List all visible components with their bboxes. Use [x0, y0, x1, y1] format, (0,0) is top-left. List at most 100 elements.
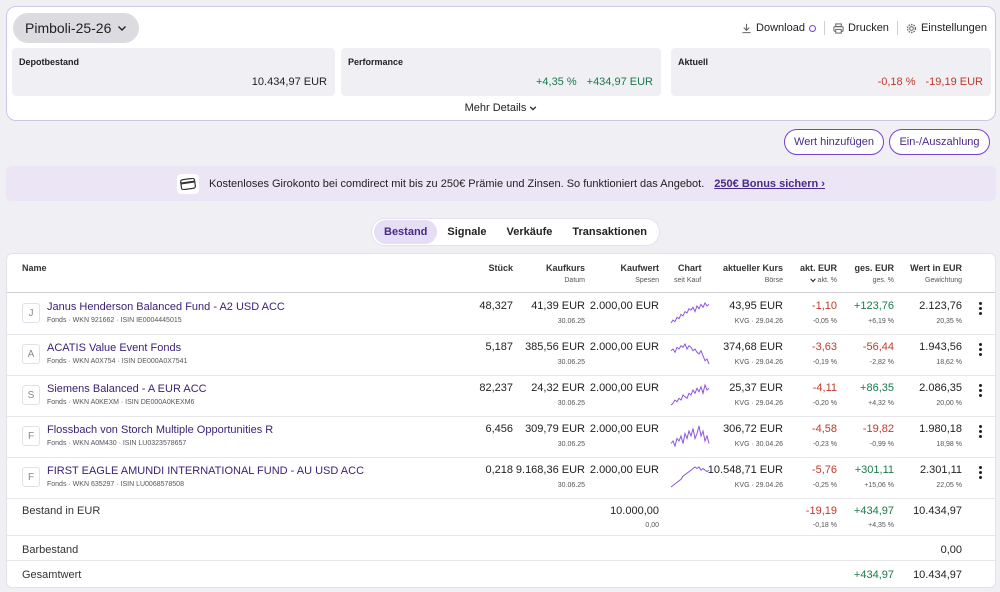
cell-total-eur: -56,44 — [862, 341, 894, 353]
fund-name-link[interactable]: Janus Henderson Balanced Fund - A2 USD A… — [47, 301, 285, 313]
cell-total-pct: -2,82 % — [869, 359, 894, 366]
cell-current-price-source: KVG · 30.04.26 — [734, 441, 783, 448]
sparkline — [670, 466, 710, 488]
cell-worth: 2.301,11 — [919, 464, 962, 476]
sparkline-chart[interactable] — [670, 340, 710, 366]
sparkline-chart[interactable] — [670, 463, 710, 489]
cell-worth: 2.123,76 — [919, 300, 962, 312]
row-divider — [7, 375, 995, 376]
sparkline-chart[interactable] — [670, 299, 710, 325]
cell-current-price: 10.548,71 EUR — [707, 464, 783, 476]
fund-meta: Fonds · WKN 921662 · ISIN IE0004445015 — [47, 317, 182, 324]
row-divider — [7, 457, 995, 458]
cell-weight: 22,05 % — [936, 482, 962, 489]
fund-initial-icon: F — [22, 426, 40, 446]
cell-current-price: 43,95 EUR — [729, 300, 783, 312]
fund-name-link[interactable]: Siemens Balanced - A EUR ACC — [47, 383, 207, 395]
cell-buy-price: 9.168,36 EUR — [515, 464, 585, 476]
sparkline — [670, 425, 710, 448]
col-header-total-sub: ges. % — [872, 277, 894, 284]
cell-buy-value: 2.000,00 EUR — [589, 464, 659, 476]
col-header-value[interactable]: Kaufwert — [620, 263, 659, 273]
cell-current-price-source: KVG · 29.04.26 — [734, 318, 783, 325]
row-menu-kebab-icon[interactable] — [979, 302, 983, 315]
summary-holdings-today-pct: -0,18 % — [812, 522, 837, 529]
cell-worth: 1.943,56 — [919, 341, 962, 353]
cell-buy-date: 30.06.25 — [557, 400, 585, 407]
divider — [896, 21, 898, 35]
tab-verkaeufe[interactable]: Verkäufe — [497, 220, 563, 244]
col-header-price[interactable]: aktueller Kurs — [723, 263, 783, 273]
row-divider — [7, 334, 995, 335]
fund-initial-icon: F — [22, 467, 40, 487]
summary-total-worth: 10.434,97 — [913, 569, 962, 581]
kpi-current-pct: -0,18 % — [877, 76, 916, 88]
tab-transaktionen[interactable]: Transaktionen — [562, 220, 657, 244]
kpi-depot: Depotbestand 10.434,97 EUR — [12, 48, 335, 96]
portfolio-name: Pimboli-25-26 — [25, 20, 112, 36]
row-menu-kebab-icon[interactable] — [979, 384, 983, 397]
cell-total-eur: +301,11 — [854, 464, 894, 476]
cell-today-pct: -0,23 % — [812, 441, 837, 448]
gear-icon — [906, 23, 917, 33]
tab-signale[interactable]: Signale — [437, 220, 496, 244]
col-header-today[interactable]: akt. EUR — [800, 263, 837, 273]
add-value-button[interactable]: Wert hinzufügen — [784, 129, 884, 155]
divider — [823, 21, 825, 35]
col-header-worth[interactable]: Wert in EUR — [910, 263, 962, 273]
cell-qty: 48,327 — [479, 300, 513, 312]
cell-qty: 82,237 — [479, 382, 513, 394]
cell-today-pct: -0,25 % — [812, 482, 837, 489]
settings-button[interactable]: Einstellungen — [906, 22, 987, 34]
cell-total-pct: +15,06 % — [864, 482, 894, 489]
cell-buy-date: 30.06.25 — [557, 441, 585, 448]
cell-worth: 1.980,18 — [919, 423, 962, 435]
fund-meta: Fonds · WKN A0KEXM · ISIN DE000A0KEXM6 — [47, 399, 195, 406]
print-button[interactable]: Drucken — [833, 22, 889, 34]
cell-total-pct: +6,19 % — [868, 318, 894, 325]
tab-bestand[interactable]: Bestand — [374, 220, 438, 244]
fund-name-link[interactable]: ACATIS Value Event Fonds — [47, 342, 181, 354]
cell-current-price-source: KVG · 29.04.26 — [734, 359, 783, 366]
col-header-buy[interactable]: Kaufkurs — [546, 263, 585, 273]
cell-total-pct: +4,32 % — [868, 400, 894, 407]
print-label: Drucken — [847, 22, 889, 34]
col-header-name[interactable]: Name — [22, 263, 47, 273]
promo-link[interactable]: 250€ Bonus sichern › — [714, 178, 825, 190]
col-header-chart-sub: seit Kauf — [674, 277, 702, 284]
add-value-label: Wert hinzufügen — [794, 136, 874, 148]
portfolio-selector[interactable]: Pimboli-25-26 — [13, 13, 140, 43]
col-header-total[interactable]: ges. EUR — [854, 263, 894, 273]
sparkline-chart[interactable] — [670, 422, 710, 448]
credit-card-icon — [177, 173, 200, 194]
row-divider — [7, 498, 995, 499]
cell-today-eur: -4,58 — [811, 423, 837, 435]
kpi-performance: Performance +4,35 % +434,97 EUR — [341, 48, 661, 96]
cell-worth: 2.086,35 — [919, 382, 962, 394]
cell-buy-date: 30.06.25 — [557, 482, 585, 489]
more-details-toggle[interactable]: Mehr Details — [7, 102, 995, 114]
row-menu-kebab-icon[interactable] — [979, 466, 983, 479]
cell-current-price-source: KVG · 29.04.26 — [734, 400, 783, 407]
sort-desc-icon — [809, 278, 816, 283]
promo-text: Kostenloses Girokonto bei comdirect mit … — [209, 177, 705, 190]
cell-today-pct: -0,20 % — [812, 400, 837, 407]
row-menu-kebab-icon[interactable] — [979, 425, 983, 438]
download-button[interactable]: Download — [741, 22, 816, 34]
summary-holdings-today: -19,19 — [805, 505, 837, 517]
cell-buy-price: 309,79 EUR — [525, 423, 585, 435]
holdings-table: Name Stück Kaufkurs Datum Kaufwert Spese… — [6, 253, 996, 588]
deposit-withdraw-button[interactable]: Ein-/Auszahlung — [889, 129, 990, 155]
fund-meta: Fonds · WKN 635297 · ISIN LU0068578508 — [47, 481, 184, 488]
col-header-qty[interactable]: Stück — [488, 263, 513, 273]
chevron-down-icon — [118, 26, 127, 31]
row-menu-kebab-icon[interactable] — [979, 343, 983, 356]
cell-buy-value: 2.000,00 EUR — [589, 341, 659, 353]
cell-qty: 5,187 — [485, 341, 513, 353]
cell-buy-date: 30.06.25 — [557, 318, 585, 325]
sparkline-chart[interactable] — [670, 381, 710, 407]
fund-name-link[interactable]: FIRST EAGLE AMUNDI INTERNATIONAL FUND - … — [47, 465, 364, 477]
cell-buy-value: 2.000,00 EUR — [589, 300, 659, 312]
cell-today-eur: -1,10 — [811, 300, 837, 312]
fund-name-link[interactable]: Flossbach von Storch Multiple Opportunit… — [47, 424, 273, 436]
